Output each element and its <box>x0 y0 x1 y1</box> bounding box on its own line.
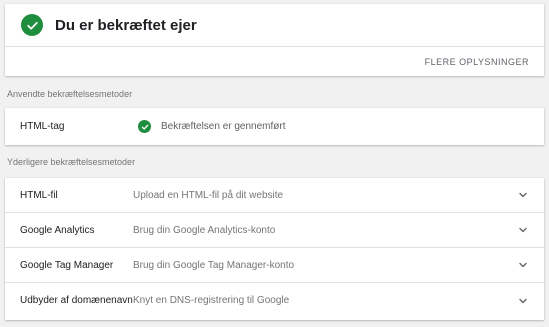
method-description: Knyt en DNS-registrering til Google <box>133 295 290 306</box>
verification-status: Bekræftelsen er gennemført <box>161 121 286 132</box>
chevron-down-icon[interactable] <box>518 296 528 306</box>
method-row-google-analytics[interactable]: Google Analytics Brug din Google Analyti… <box>5 213 544 248</box>
applied-methods-label: Anvendte bekræftelsesmetoder <box>7 89 133 99</box>
method-row-domain-provider[interactable]: Udbyder af domænenavn Knyt en DNS-regist… <box>5 283 544 318</box>
owner-card: Du er bekræftet ejer FLERE OPLYSNINGER <box>5 4 544 76</box>
applied-method-card: HTML-tag Bekræftelsen er gennemført <box>5 108 544 145</box>
chevron-down-icon[interactable] <box>518 190 528 200</box>
check-circle-icon <box>138 120 151 133</box>
method-name: Udbyder af domænenavn <box>20 295 133 306</box>
more-methods-label: Yderligere bekræftelsesmetoder <box>7 157 136 167</box>
method-row-html-file[interactable]: HTML-fil Upload en HTML-fil på dit websi… <box>5 178 544 213</box>
owner-header: Du er bekræftet ejer <box>5 4 544 47</box>
method-description: Brug din Google Tag Manager-konto <box>133 259 295 271</box>
method-name: Google Tag Manager <box>20 259 114 271</box>
more-info-button[interactable]: FLERE OPLYSNINGER <box>425 57 529 67</box>
more-methods-card: HTML-fil Upload en HTML-fil på dit websi… <box>5 178 544 320</box>
method-name: HTML-fil <box>20 189 58 201</box>
check-circle-icon <box>21 14 43 36</box>
owner-title: Du er bekræftet ejer <box>55 16 197 34</box>
applied-method-name: HTML-tag <box>20 121 65 132</box>
chevron-down-icon[interactable] <box>518 260 528 270</box>
method-name: Google Analytics <box>20 224 95 236</box>
method-description: Upload en HTML-fil på dit website <box>133 189 284 201</box>
applied-method-row: HTML-tag Bekræftelsen er gennemført <box>5 108 544 145</box>
owner-footer: FLERE OPLYSNINGER <box>5 47 544 76</box>
method-row-google-tag-manager[interactable]: Google Tag Manager Brug din Google Tag M… <box>5 248 544 283</box>
chevron-down-icon[interactable] <box>518 225 528 235</box>
method-description: Brug din Google Analytics-konto <box>133 224 276 236</box>
